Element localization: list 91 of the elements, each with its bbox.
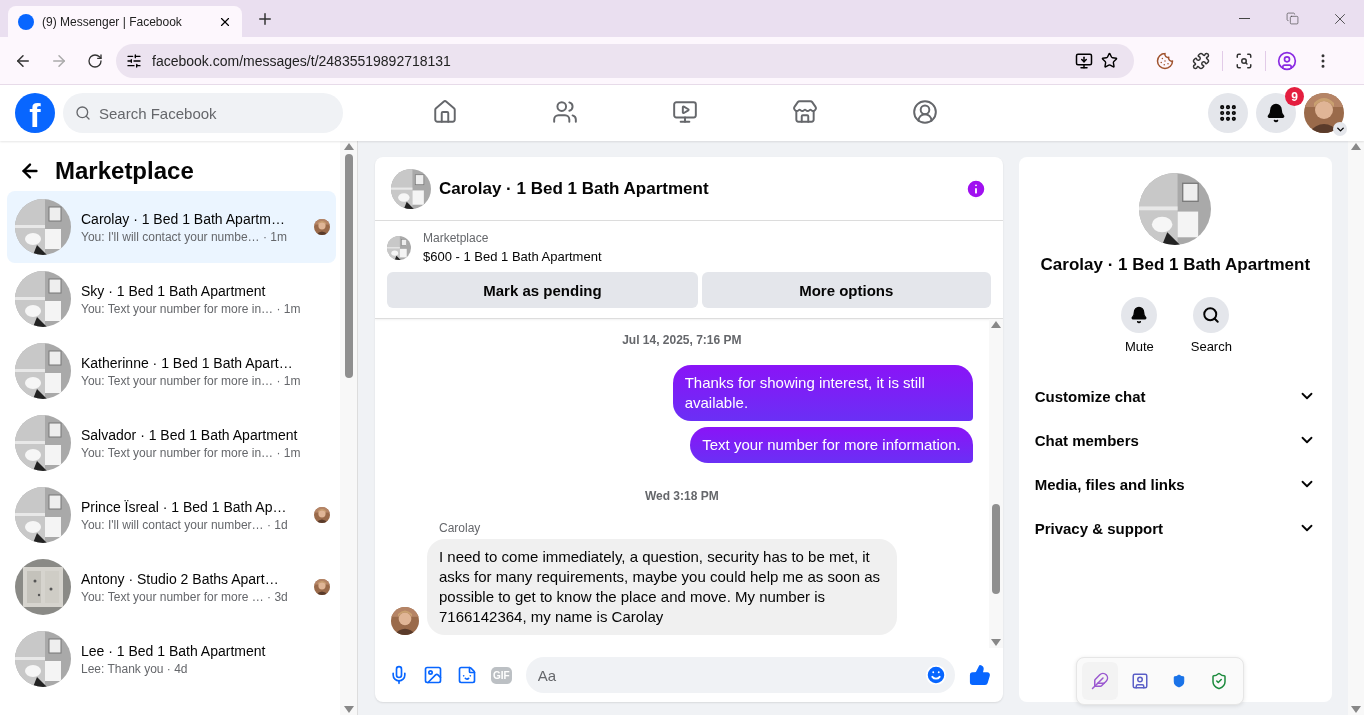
scroll-down-icon[interactable] [990,639,1001,646]
url-text: facebook.com/messages/t/24835519892718131 [152,52,452,69]
conversation-name: Carolay · 1 Bed 1 Bath Apartm… [81,210,285,227]
scrollbar[interactable] [340,141,357,715]
shield-check-icon[interactable] [1209,672,1228,690]
scroll-down-icon[interactable] [343,706,354,713]
reload-icon [87,52,103,69]
conversation-item[interactable]: Lee · 1 Bed 1 Bath Apartment Lee: Thank you · 4d [7,623,336,695]
scroll-up-icon[interactable] [1351,143,1361,150]
conversation-item[interactable]: Katherinne · 1 Bed 1 Bath Apart… You: Text your number for more in… · 1m [7,335,336,407]
tab-title: (9) Messenger | Facebook [42,14,183,29]
scrollbar-thumb[interactable] [991,504,1000,594]
conversation-preview: Lee: Thank you · 4d [81,661,188,676]
conversation-preview: You: I'll will contact your number… · 1d [81,517,288,532]
search-icon [1202,306,1221,324]
chat-title: Carolay · 1 Bed 1 Bath Apartment [439,178,710,199]
conversation-name: Prince Ïsreal · 1 Bed 1 Bath Ap… [81,498,287,515]
restore-icon [1285,12,1299,25]
conversation-name: Antony · Studio 2 Baths Apart… [81,570,279,587]
section-header[interactable]: Privacy & support [1034,506,1316,550]
conversation-item[interactable]: Prince Ïsreal · 1 Bed 1 Bath Ap… You: I'll will contact your number… · 1d [7,479,336,551]
sent-message: Text your number for more information. [690,427,973,463]
conversation-item[interactable]: Antony · Studio 2 Baths Apart… You: Text your number for more … · 3d [7,551,336,623]
video-icon [672,98,698,125]
facebook-icon [18,13,34,30]
bell-icon [1130,306,1149,324]
conversation-item[interactable]: Salvador · 1 Bed 1 Bath Apartment You: Text your number for more in… · 1m [7,407,336,479]
scroll-up-icon[interactable] [990,321,1001,328]
section-header[interactable]: Chat members [1034,418,1316,462]
grid-icon [1218,103,1238,123]
action-button[interactable]: More options [701,272,991,308]
conversation-item[interactable]: Sky · 1 Bed 1 Bath Apartment You: Text your number for more in… · 1m [7,263,336,335]
sidebar-title: Marketplace [55,157,194,185]
people-icon [552,98,578,125]
scroll-down-icon[interactable] [1351,706,1361,713]
info-icon[interactable] [964,177,987,200]
shield-icon[interactable] [1172,674,1187,688]
timestamp: Jul 14, 2025, 7:16 PM [622,333,742,347]
contact-name: Carolay · 1 Bed 1 Bath Apartment [1040,255,1311,275]
conversation-preview: You: Text your number for more in… · 1m [81,373,301,388]
minimize-icon [1238,18,1250,19]
conversation-name: Katherinne · 1 Bed 1 Bath Apart… [81,354,293,371]
scroll-up-icon[interactable] [343,143,354,150]
tab-search-icon[interactable] [1235,51,1253,70]
browser-tab[interactable]: (9) Messenger | Facebook [8,6,242,37]
store-icon [792,98,818,125]
facebook-logo[interactable]: f [15,93,55,133]
sent-message: Thanks for showing interest, it is still available. [672,365,973,421]
sender-name: Carolay [438,521,482,535]
listing-source: Marketplace [423,231,490,245]
message-field[interactable]: Aa [525,657,955,693]
conversation-name: Salvador · 1 Bed 1 Bath Apartment [81,426,298,443]
like-icon[interactable] [968,664,991,686]
received-message: I need to come immediately, a question, security has to be met, it asks for many requirements, maybe you could help me as soon as possible to get to know the place and move. My number is 7166142364, my name is Carolay [427,539,897,635]
cookie-icon[interactable] [1156,51,1174,70]
feather-icon [1091,672,1110,690]
scrollbar-thumb[interactable] [344,154,353,378]
scrollbar[interactable] [988,319,1003,648]
group-icon [912,98,938,125]
section-header[interactable]: Media, files and links [1034,462,1316,506]
profile-icon[interactable] [1277,50,1297,71]
dock-button[interactable] [1082,662,1119,700]
conversation-preview: You: I'll will contact your numbe… · 1m [81,229,287,244]
conversation-name: Lee · 1 Bed 1 Bath Apartment [81,642,266,659]
notifications-button[interactable] [1256,93,1296,133]
conversation-name: Sky · 1 Bed 1 Bath Apartment [81,282,266,299]
puzzle-icon[interactable] [1192,51,1210,70]
timestamp: Wed 3:18 PM [644,489,719,503]
notification-badge: 9 [1285,87,1304,106]
bookmark-icon[interactable] [1101,52,1118,69]
home-icon [432,98,458,125]
search-field[interactable]: Search Facebook [63,93,343,133]
conversation-preview: You: Text your number for more … · 3d [81,589,288,604]
microphone-icon[interactable] [389,665,409,685]
user-card-icon[interactable] [1130,672,1149,690]
listing-title: $600 - 1 Bed 1 Bath Apartment [423,249,602,264]
conversation-preview: You: Text your number for more in… · 1m [81,445,301,460]
search-icon [75,105,91,121]
address-bar[interactable]: facebook.com/messages/t/24835519892718131 [116,43,1134,78]
account-menu-button[interactable] [1333,122,1347,136]
section-header[interactable]: Customize chat [1034,374,1316,418]
conversation-item[interactable]: Carolay · 1 Bed 1 Bath Apartm… You: I'll will contact your numbe… · 1m [7,191,336,263]
site-info-icon[interactable] [126,52,142,69]
action-button[interactable]: Mark as pending [387,272,698,308]
conversation-preview: You: Text your number for more in… · 1m [81,301,301,316]
menu-button[interactable] [1208,93,1248,133]
image-icon[interactable] [423,665,443,685]
scrollbar[interactable] [1348,141,1364,715]
install-icon[interactable] [1075,51,1093,70]
sticker-icon[interactable] [457,665,477,685]
bell-icon [1266,103,1286,123]
